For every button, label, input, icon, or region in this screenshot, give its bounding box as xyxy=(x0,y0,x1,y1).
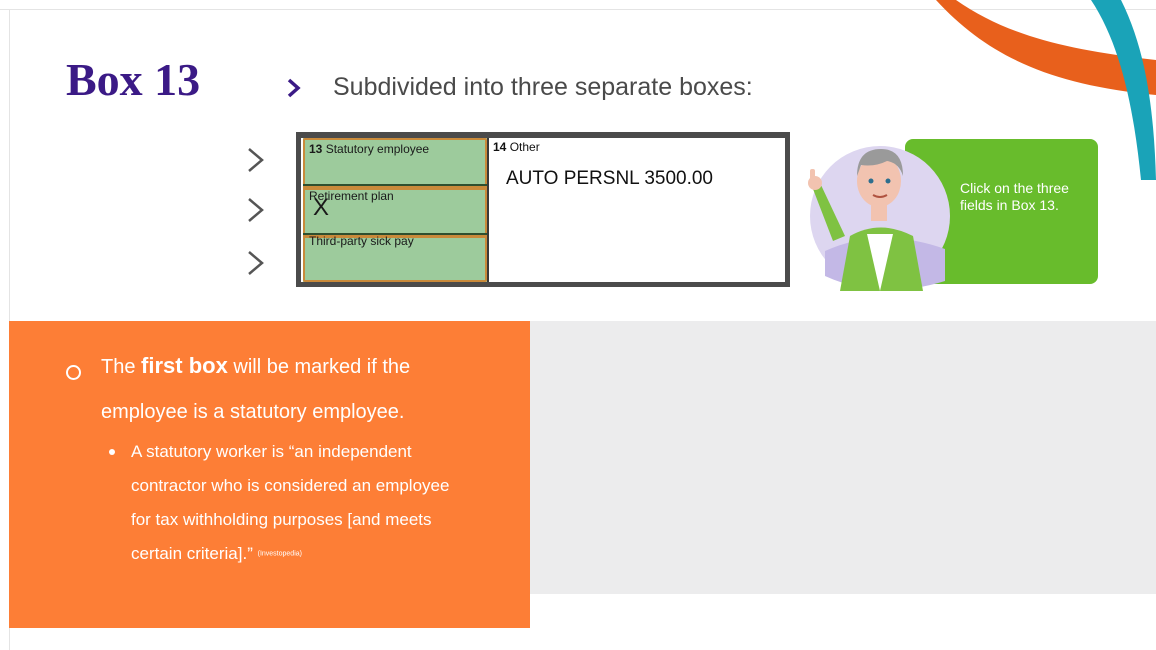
bullet-dot-icon xyxy=(109,449,115,455)
chevron-right-icon xyxy=(248,198,264,222)
quote-line: certain criteria].” (Investopedia) xyxy=(131,544,302,563)
content-panel xyxy=(530,321,1156,594)
box14-value: AUTO PERSNL 3500.00 xyxy=(506,168,713,189)
divider xyxy=(303,184,487,186)
instructor-avatar xyxy=(808,146,950,291)
quote-line: A statutory worker is “an independent xyxy=(131,442,412,461)
bullet-ring-icon xyxy=(66,365,81,380)
subtitle: Subdivided into three separate boxes: xyxy=(333,73,753,101)
retirement-plan-mark: X xyxy=(313,194,330,221)
page-title: Box 13 xyxy=(66,54,201,105)
chevron-right-icon xyxy=(287,78,301,98)
third-party-sick-pay-label: Third-party sick pay xyxy=(309,234,414,248)
callout-text: Click on the three fields in Box 13. xyxy=(960,180,1069,213)
note-line-1: The first box will be marked if the xyxy=(101,353,411,378)
note-line-2: employee is a statutory employee. xyxy=(101,401,405,423)
chevron-right-icon xyxy=(248,148,264,172)
chevron-right-icon xyxy=(248,251,264,275)
citation: (Investopedia) xyxy=(257,550,302,558)
statutory-employee-label: 13 Statutory employee xyxy=(309,142,430,156)
w2-form-excerpt: 13 Statutory employee Retirement plan X … xyxy=(296,132,790,287)
box14-label: 14 Other xyxy=(493,140,540,154)
quote-line: contractor who is considered an employee xyxy=(131,476,450,495)
quote-line: for tax withholding purposes [and meets xyxy=(131,510,432,529)
